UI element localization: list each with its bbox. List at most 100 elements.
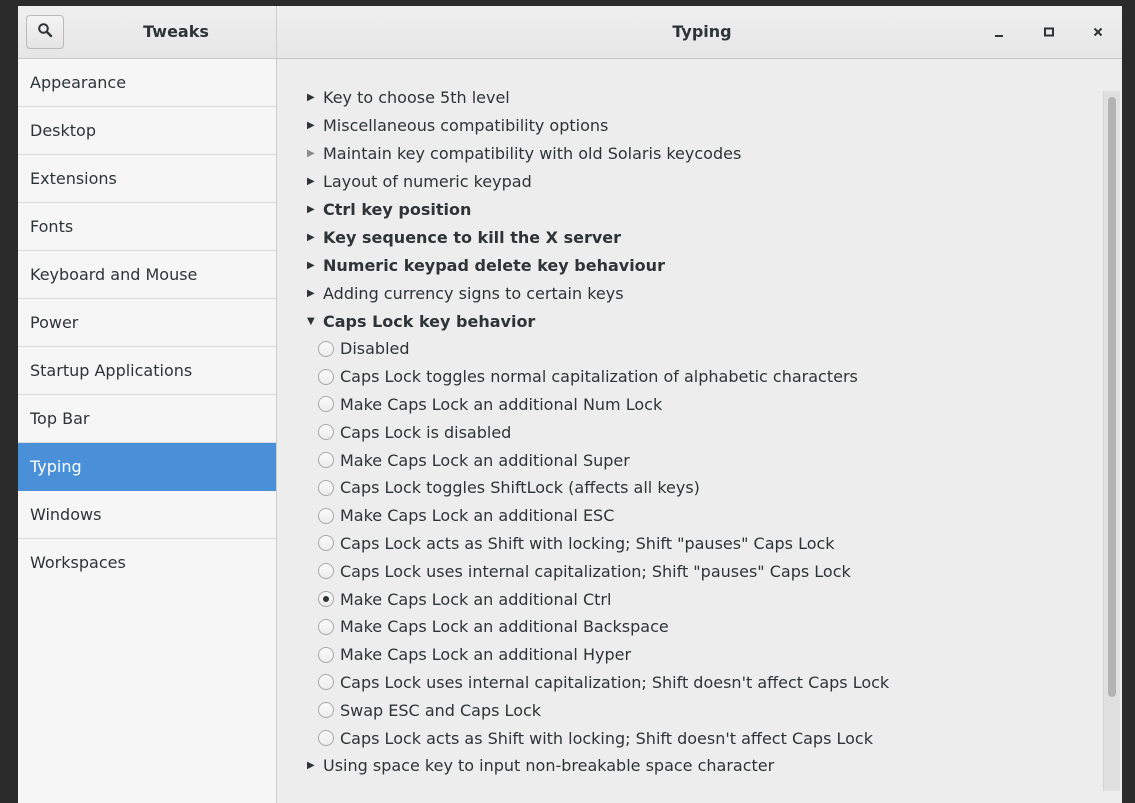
sidebar-item-top-bar[interactable]: Top Bar	[18, 395, 276, 443]
sidebar-item-fonts[interactable]: Fonts	[18, 203, 276, 251]
sidebar-item-typing[interactable]: Typing	[18, 443, 276, 491]
radio-label: Make Caps Lock an additional ESC	[340, 506, 615, 526]
minimize-button[interactable]	[987, 20, 1011, 44]
radio-label: Make Caps Lock an additional Num Lock	[340, 394, 663, 414]
radio-button[interactable]	[318, 479, 334, 496]
group-currency-signs[interactable]: ▶ Adding currency signs to certain keys	[307, 279, 1067, 307]
sidebar-item-desktop[interactable]: Desktop	[18, 107, 276, 155]
radio-button[interactable]	[318, 368, 334, 385]
group-solaris-keycodes[interactable]: ▶ Maintain key compatibility with old So…	[307, 139, 1067, 167]
sidebar-item-startup-applications[interactable]: Startup Applications	[18, 347, 276, 395]
group-label: Miscellaneous compatibility options	[323, 115, 609, 135]
radio-button[interactable]	[318, 563, 334, 580]
radio-option[interactable]: Make Caps Lock an additional Super	[307, 446, 1067, 474]
radio-option[interactable]: Caps Lock uses internal capitalization; …	[307, 557, 1067, 585]
radio-button[interactable]	[318, 646, 334, 663]
minimize-icon	[993, 23, 1005, 42]
group-caps-lock-behavior[interactable]: ▼ Caps Lock key behavior	[307, 307, 1067, 335]
group-numeric-keypad-layout[interactable]: ▶ Layout of numeric keypad	[307, 167, 1067, 195]
radio-label: Make Caps Lock an additional Super	[340, 450, 630, 470]
group-label: Caps Lock key behavior	[323, 311, 536, 331]
radio-label: Make Caps Lock an additional Hyper	[340, 645, 632, 665]
group-label: Numeric keypad delete key behaviour	[323, 255, 665, 275]
sidebar: Appearance Desktop Extensions Fonts Keyb…	[18, 59, 277, 803]
group-keypad-delete-behaviour[interactable]: ▶ Numeric keypad delete key behaviour	[307, 251, 1067, 279]
radio-option[interactable]: Caps Lock acts as Shift with locking; Sh…	[307, 724, 1067, 752]
radio-button[interactable]	[318, 702, 334, 719]
sidebar-title: Tweaks	[143, 22, 209, 41]
group-label: Key sequence to kill the X server	[323, 227, 622, 247]
radio-button[interactable]	[318, 424, 334, 441]
group-label: Ctrl key position	[323, 199, 472, 219]
radio-label: Caps Lock uses internal capitalization; …	[340, 672, 890, 692]
maximize-icon	[1043, 23, 1055, 42]
radio-option[interactable]: Disabled	[307, 335, 1067, 363]
radio-label: Swap ESC and Caps Lock	[340, 700, 542, 720]
option-list: ▶ Key to choose 5th level ▶ Miscellaneou…	[307, 83, 1067, 780]
group-label: Layout of numeric keypad	[323, 171, 532, 191]
radio-option[interactable]: Swap ESC and Caps Lock	[307, 696, 1067, 724]
group-ctrl-key-position[interactable]: ▶ Ctrl key position	[307, 195, 1067, 223]
maximize-button[interactable]	[1037, 20, 1061, 44]
typing-panel: ▶ Key to choose 5th level ▶ Miscellaneou…	[277, 59, 1122, 803]
group-label: Using space key to input non-breakable s…	[323, 756, 775, 776]
radio-button[interactable]	[318, 618, 334, 635]
radio-button-checked[interactable]	[318, 591, 334, 608]
sidebar-item-windows[interactable]: Windows	[18, 491, 276, 539]
radio-option[interactable]: Caps Lock is disabled	[307, 418, 1067, 446]
group-misc-compatibility[interactable]: ▶ Miscellaneous compatibility options	[307, 111, 1067, 139]
expand-arrow-icon: ▶	[307, 287, 315, 299]
radio-option[interactable]: Make Caps Lock an additional Hyper	[307, 641, 1067, 669]
radio-button[interactable]	[318, 340, 334, 357]
radio-label: Make Caps Lock an additional Ctrl	[340, 589, 612, 609]
radio-option-selected[interactable]: Make Caps Lock an additional Ctrl	[307, 585, 1067, 613]
group-label: Key to choose 5th level	[323, 87, 510, 107]
expand-arrow-icon: ▶	[307, 91, 315, 103]
expand-arrow-icon: ▶	[307, 760, 315, 772]
radio-button[interactable]	[318, 674, 334, 691]
sidebar-item-power[interactable]: Power	[18, 299, 276, 347]
radio-label: Caps Lock toggles normal capitalization …	[340, 367, 858, 387]
vertical-scrollbar[interactable]	[1103, 91, 1120, 791]
expand-arrow-icon: ▶	[307, 231, 315, 243]
radio-button[interactable]	[318, 730, 334, 747]
radio-label: Make Caps Lock an additional Backspace	[340, 617, 669, 637]
radio-option[interactable]: Make Caps Lock an additional Backspace	[307, 613, 1067, 641]
group-label: Maintain key compatibility with old Sola…	[323, 143, 742, 163]
close-button[interactable]	[1086, 20, 1110, 44]
collapse-arrow-icon: ▼	[307, 315, 315, 327]
sidebar-item-workspaces[interactable]: Workspaces	[18, 539, 276, 587]
expand-arrow-icon: ▶	[307, 203, 315, 215]
radio-button[interactable]	[318, 535, 334, 552]
search-icon	[37, 22, 53, 42]
radio-button[interactable]	[318, 452, 334, 469]
tweaks-window: Tweaks Typing Appearance Desktop Extensi…	[18, 6, 1122, 803]
sidebar-item-extensions[interactable]: Extensions	[18, 155, 276, 203]
expand-arrow-icon: ▶	[307, 147, 315, 159]
sidebar-item-appearance[interactable]: Appearance	[18, 59, 276, 107]
radio-label: Caps Lock uses internal capitalization; …	[340, 561, 851, 581]
group-key-to-choose-5th-level[interactable]: ▶ Key to choose 5th level	[307, 83, 1067, 111]
radio-button[interactable]	[318, 507, 334, 524]
radio-label: Caps Lock toggles ShiftLock (affects all…	[340, 478, 700, 498]
radio-label: Caps Lock acts as Shift with locking; Sh…	[340, 728, 873, 748]
radio-option[interactable]: Make Caps Lock an additional ESC	[307, 502, 1067, 530]
radio-label: Caps Lock is disabled	[340, 422, 512, 442]
sidebar-item-keyboard-and-mouse[interactable]: Keyboard and Mouse	[18, 251, 276, 299]
group-non-breakable-space[interactable]: ▶ Using space key to input non-breakable…	[307, 752, 1067, 780]
expand-arrow-icon: ▶	[307, 119, 315, 131]
radio-label: Caps Lock acts as Shift with locking; Sh…	[340, 533, 835, 553]
radio-option[interactable]: Caps Lock toggles normal capitalization …	[307, 363, 1067, 391]
radio-option[interactable]: Caps Lock acts as Shift with locking; Sh…	[307, 530, 1067, 558]
search-button[interactable]	[26, 15, 64, 49]
scrollbar-thumb[interactable]	[1108, 97, 1116, 697]
radio-option[interactable]: Caps Lock uses internal capitalization; …	[307, 669, 1067, 697]
header-bar: Tweaks Typing	[18, 6, 1122, 59]
group-label: Adding currency signs to certain keys	[323, 283, 624, 303]
radio-button[interactable]	[318, 396, 334, 413]
expand-arrow-icon: ▶	[307, 259, 315, 271]
radio-option[interactable]: Make Caps Lock an additional Num Lock	[307, 391, 1067, 419]
radio-option[interactable]: Caps Lock toggles ShiftLock (affects all…	[307, 474, 1067, 502]
group-kill-x-server[interactable]: ▶ Key sequence to kill the X server	[307, 223, 1067, 251]
radio-label: Disabled	[340, 339, 410, 359]
